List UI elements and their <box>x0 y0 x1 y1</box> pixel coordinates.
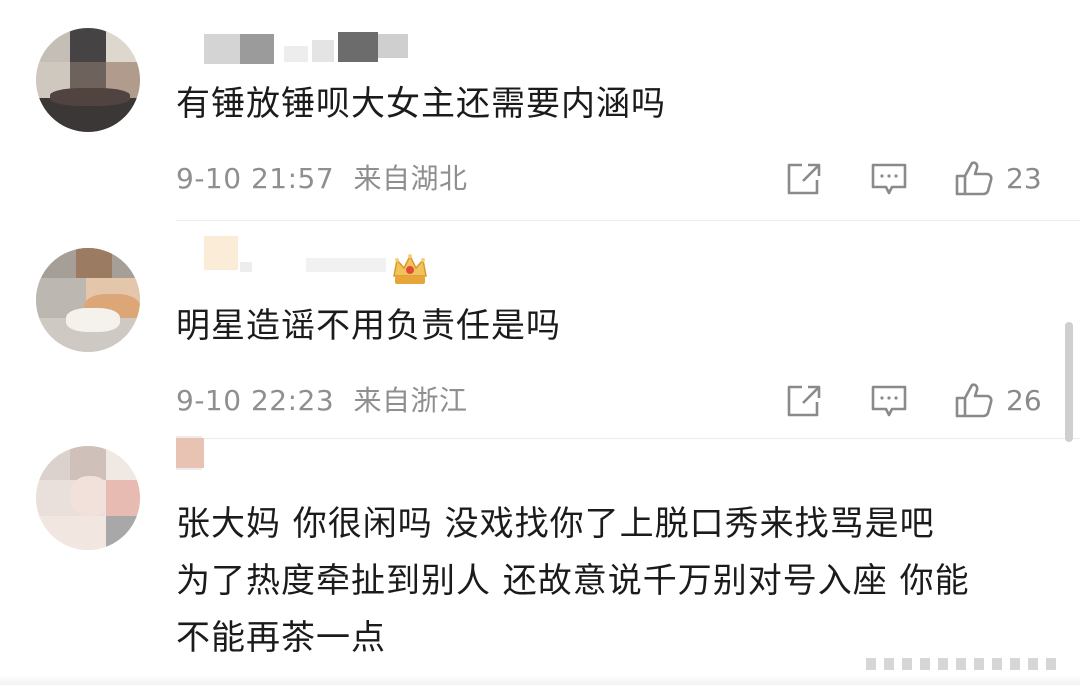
comment-time: 9-10 21:57 <box>176 162 335 195</box>
watermark <box>860 654 1070 674</box>
comment-text: 明星造谣不用负责任是吗 <box>176 306 561 346</box>
crown-badge-icon <box>390 252 430 292</box>
comment-icon[interactable] <box>870 162 908 200</box>
thumbs-up-icon[interactable] <box>954 381 994 423</box>
comment-location: 来自湖北 <box>353 162 468 195</box>
thumbs-up-icon[interactable] <box>954 159 994 201</box>
comment-meta: 9-10 21:57 来自湖北 <box>176 159 468 199</box>
avatar[interactable] <box>36 248 140 352</box>
avatar[interactable] <box>36 446 140 550</box>
like-count: 26 <box>1006 384 1042 417</box>
comment-meta: 9-10 22:23 来自浙江 <box>176 381 468 421</box>
username-redacted[interactable] <box>176 236 416 274</box>
share-icon[interactable] <box>786 162 822 200</box>
divider <box>176 220 1080 221</box>
comment-text: 张大妈 你很闲吗 没戏找你了上脱口秀来找骂是吧 为了热度牵扯到别人 还故意说千万… <box>176 504 970 658</box>
comment-time: 9-10 22:23 <box>176 384 335 417</box>
username-redacted[interactable] <box>176 30 416 68</box>
avatar[interactable] <box>36 28 140 132</box>
bottom-edge <box>0 675 1080 685</box>
username-redacted[interactable] <box>176 436 416 474</box>
scrollbar[interactable] <box>1065 322 1073 442</box>
share-icon[interactable] <box>786 384 822 422</box>
comment-icon[interactable] <box>870 384 908 422</box>
comment-location: 来自浙江 <box>353 384 468 417</box>
like-count: 23 <box>1006 162 1042 195</box>
comment-text: 有锤放锤呗大女主还需要内涵吗 <box>176 84 666 124</box>
